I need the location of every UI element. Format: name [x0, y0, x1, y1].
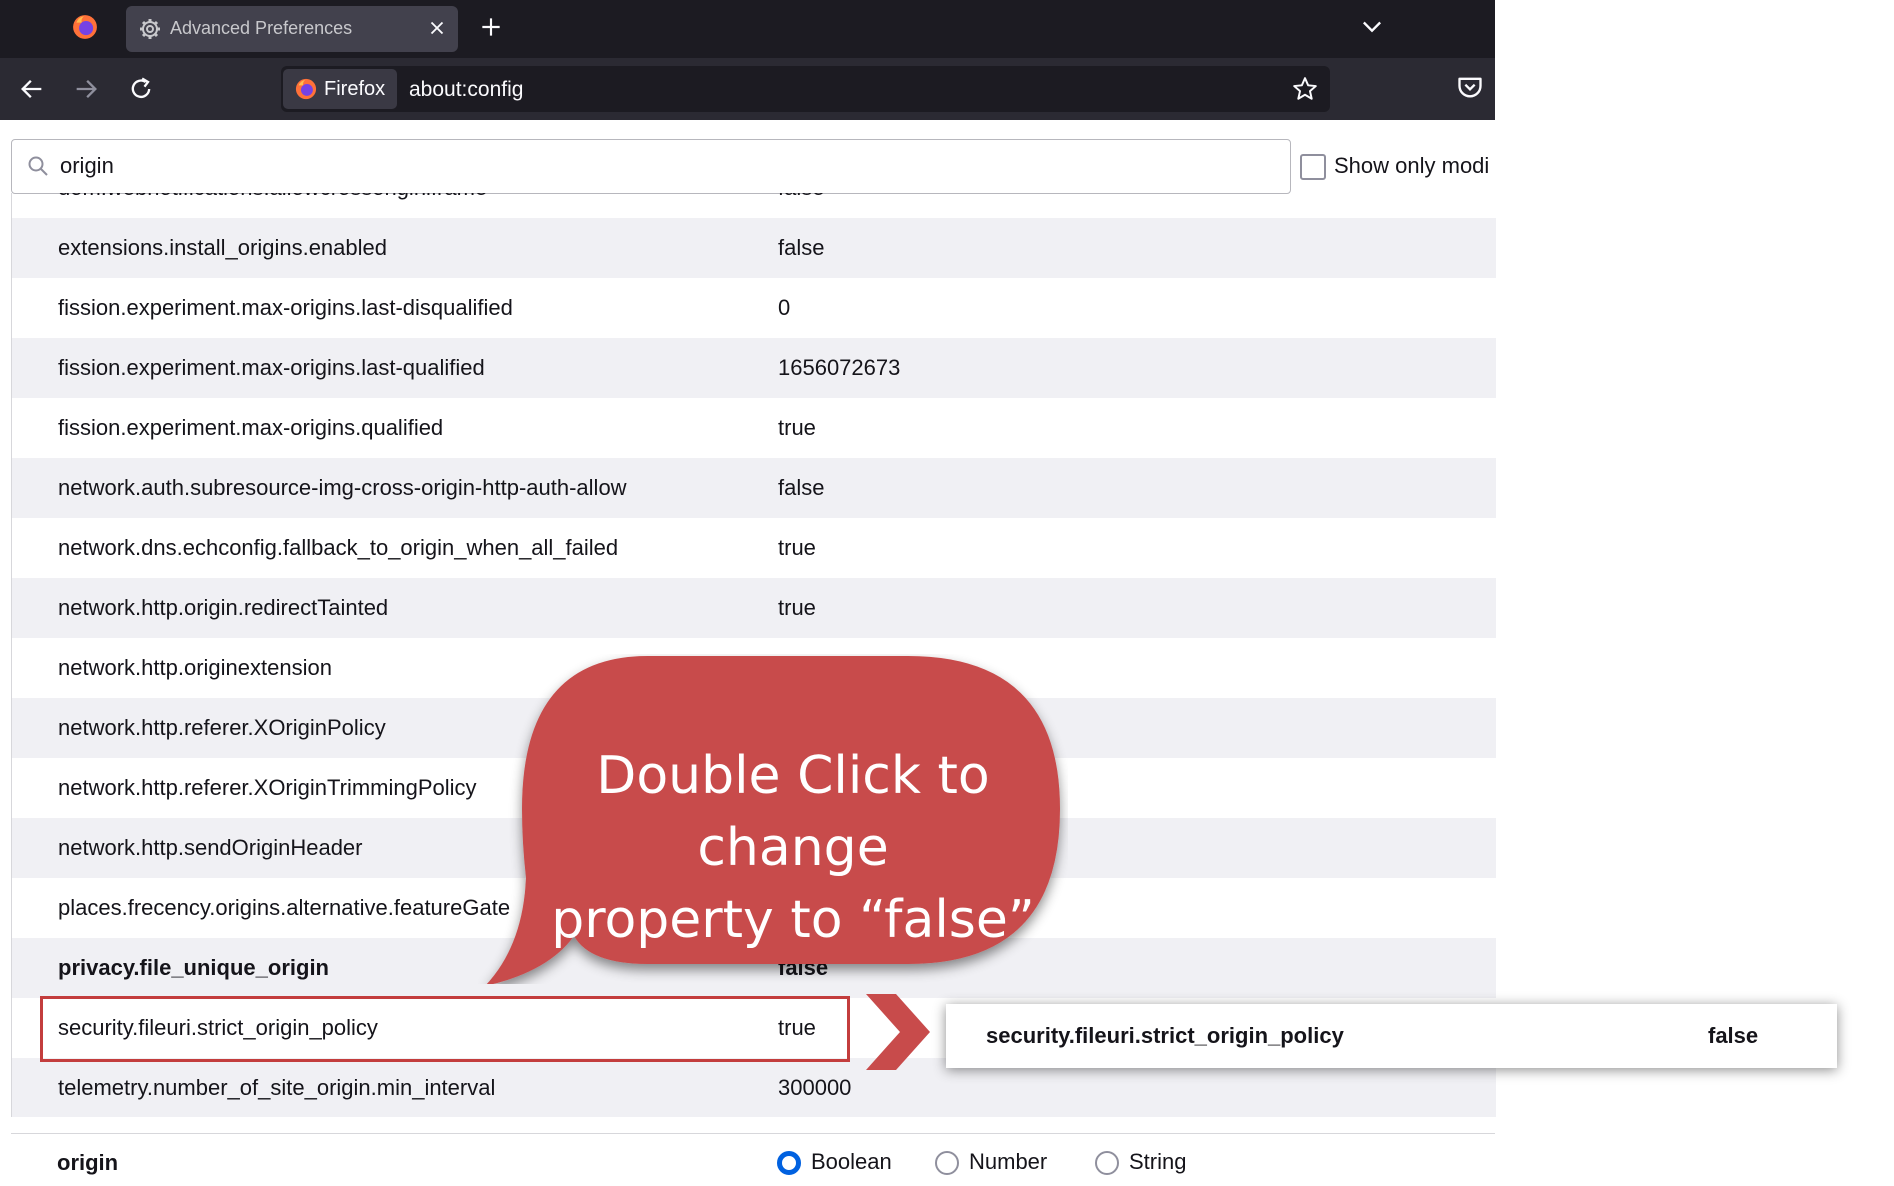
pref-value: 1656072673	[778, 355, 901, 380]
pref-value: true	[778, 535, 816, 560]
pref-name: places.frecency.origins.alternative.feat…	[58, 895, 511, 920]
search-value: origin	[60, 153, 114, 178]
result-pref-value: false	[1708, 1023, 1759, 1048]
pref-name: network.http.originextension	[58, 655, 332, 680]
highlight-box	[40, 996, 850, 1062]
pocket-icon[interactable]	[1456, 73, 1484, 101]
pref-name: fission.experiment.max-origins.last-disq…	[58, 295, 513, 320]
pref-value: 300000	[778, 1075, 852, 1100]
show-only-modified-checkbox[interactable]	[1300, 154, 1326, 180]
number-radio[interactable]	[935, 1151, 959, 1175]
table-row[interactable]: network.auth.subresource-img-cross-origi…	[12, 458, 1496, 518]
identity-box[interactable]: Firefox	[283, 69, 397, 109]
table-row[interactable]: dom.webnotifications.allowcrossoriginifr…	[12, 193, 1496, 218]
pref-name: network.auth.subresource-img-cross-origi…	[58, 475, 627, 500]
pref-name: dom.webnotifications.allowcrossoriginifr…	[58, 193, 487, 201]
add-preference-row: origin Boolean Number String	[11, 1133, 1495, 1186]
pref-value: 0	[778, 295, 791, 320]
pref-name: network.dns.echconfig.fallback_to_origin…	[58, 535, 619, 560]
navigation-bar: Firefox about:config	[0, 58, 1495, 120]
tab-title: Advanced Preferences	[170, 18, 353, 38]
reload-icon[interactable]	[127, 75, 155, 103]
result-row: security.fileuri.strict_origin_policy fa…	[946, 1004, 1837, 1068]
callout-line-2: property to “false”	[551, 890, 1035, 950]
tab-advanced-preferences[interactable]: Advanced Preferences	[126, 6, 458, 52]
firefox-app-menu-icon[interactable]	[72, 14, 98, 40]
pref-name: privacy.file_unique_origin	[58, 955, 329, 980]
string-radio[interactable]	[1095, 1151, 1119, 1175]
chevron-right-arrow-icon	[866, 994, 930, 1070]
search-icon	[28, 156, 48, 176]
pref-value: false	[778, 475, 825, 500]
firefox-logo-icon	[295, 78, 317, 100]
pref-value: false	[778, 193, 824, 201]
boolean-radio-label[interactable]: Boolean	[811, 1149, 892, 1175]
table-row[interactable]: network.http.origin.redirectTainted true	[12, 578, 1496, 638]
new-pref-name: origin	[57, 1150, 119, 1175]
string-radio-label[interactable]: String	[1129, 1149, 1186, 1175]
pref-value: true	[778, 595, 816, 620]
table-row[interactable]: fission.experiment.max-origins.last-qual…	[12, 338, 1496, 398]
close-icon[interactable]	[426, 17, 448, 39]
forward-arrow-icon[interactable]	[72, 75, 100, 103]
table-row[interactable]: fission.experiment.max-origins.last-disq…	[12, 278, 1496, 338]
pref-value: true	[778, 415, 816, 440]
back-arrow-icon[interactable]	[18, 75, 46, 103]
pref-value: false	[778, 235, 825, 260]
identity-label: Firefox	[324, 78, 386, 100]
pref-name: extensions.install_origins.enabled	[58, 235, 387, 260]
bookmark-star-icon[interactable]	[1292, 76, 1318, 102]
search-input[interactable]: origin	[11, 139, 1291, 194]
callout-text: Double Click to change property to “fals…	[533, 740, 1053, 956]
boolean-radio[interactable]	[777, 1151, 801, 1175]
number-radio-label[interactable]: Number	[969, 1149, 1047, 1175]
gear-icon	[140, 19, 160, 39]
table-row[interactable]: extensions.install_origins.enabled false	[12, 218, 1496, 278]
pref-name: fission.experiment.max-origins.last-qual…	[58, 355, 485, 380]
pref-name: network.http.origin.redirectTainted	[58, 595, 389, 620]
callout-line-1: Double Click to change	[596, 746, 990, 878]
pref-name: fission.experiment.max-origins.qualified	[58, 415, 444, 440]
table-row[interactable]: fission.experiment.max-origins.qualified…	[12, 398, 1496, 458]
url-bar[interactable]: Firefox about:config	[281, 66, 1330, 112]
result-pref-name: security.fileuri.strict_origin_policy	[986, 1023, 1344, 1048]
pref-name: network.http.referer.XOriginTrimmingPoli…	[58, 775, 477, 800]
new-tab-plus-icon[interactable]	[478, 14, 504, 40]
chevron-down-icon[interactable]	[1358, 12, 1386, 40]
url-text[interactable]: about:config	[409, 78, 523, 102]
pref-name: network.http.sendOriginHeader	[58, 835, 363, 860]
pref-name: telemetry.number_of_site_origin.min_inte…	[58, 1075, 496, 1100]
tab-bar: Advanced Preferences	[0, 0, 1495, 58]
show-only-modified-label[interactable]: Show only modi	[1334, 153, 1489, 179]
pref-name: network.http.referer.XOriginPolicy	[58, 715, 386, 740]
table-row[interactable]: network.dns.echconfig.fallback_to_origin…	[12, 518, 1496, 578]
